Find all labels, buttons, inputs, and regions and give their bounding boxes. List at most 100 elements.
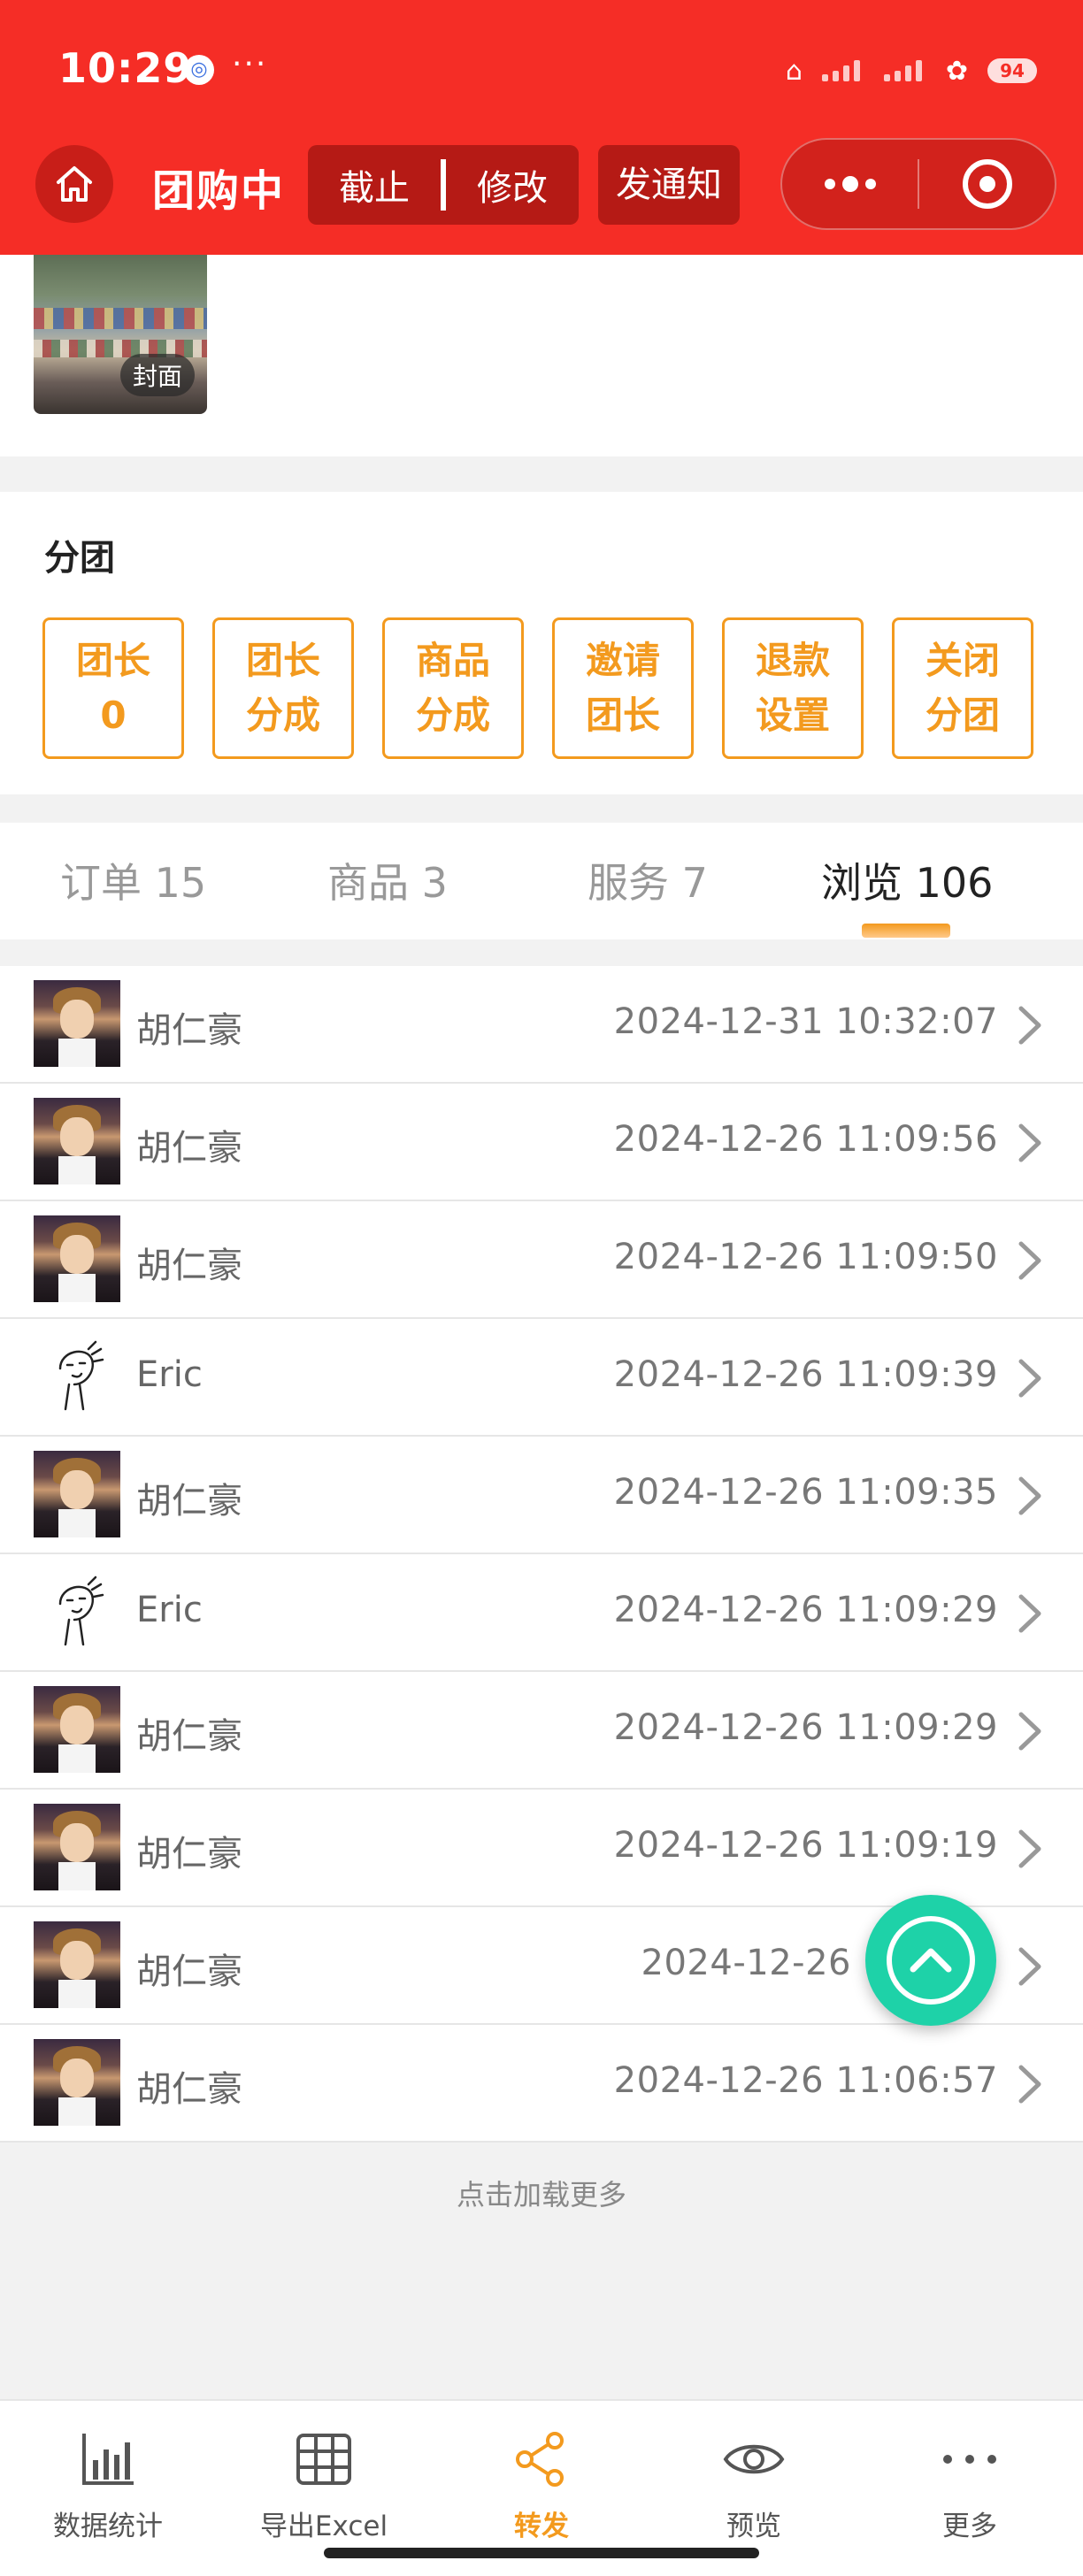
refund-settings-button[interactable]: 退款 设置 [722,617,864,759]
cover-section: 封面 [0,255,1083,456]
view-time: 2024-12-26 [641,1943,851,1983]
gift-icon: ⌂ [785,55,803,87]
button-line: 分团 [925,694,1000,737]
chevron-right-icon [1012,1356,1048,1400]
cover-image[interactable]: 封面 [34,255,207,414]
button-line: 分成 [415,694,490,737]
button-line: 分成 [245,694,320,737]
chevron-right-icon [1012,1827,1048,1871]
leader-count-button[interactable]: 团长 0 [42,617,184,759]
view-time: 2024-12-26 11:06:57 [613,2060,998,2101]
notify-button[interactable]: 发通知 [598,145,740,225]
edit-button[interactable]: 修改 [446,159,579,211]
avatar [34,1921,120,2008]
viewer-name: 胡仁豪 [136,1716,242,1757]
share-button[interactable]: 转发 [444,2424,639,2543]
avatar [34,1333,120,1420]
signal-2-icon [883,60,926,81]
status-more-icon: ··· [232,46,268,82]
button-line: 关闭 [925,639,1000,682]
leader-commission-button[interactable]: 团长 分成 [212,617,354,759]
more-dots-icon [934,2424,1005,2495]
view-time: 2024-12-26 11:09:29 [613,1590,998,1630]
view-row[interactable]: 胡仁豪 2024-12-31 10:32:07 [0,966,1083,1084]
tab-views[interactable]: 浏览 106 [821,851,993,909]
eye-icon [718,2424,789,2495]
page: 10:29 ◎ ··· ⌂ ✿ 94 团购中 截止 修改 发通知 封面 分团 团… [0,0,1083,2576]
view-time: 2024-12-26 11:09:29 [613,1707,998,1748]
button-line: 设置 [755,694,830,737]
subgroup-section: 分团 团长 0 团长 分成 商品 分成 邀请 团长 退款 设置 关闭 分团 [0,492,1083,794]
bar-chart-icon [73,2424,143,2495]
viewer-name: 胡仁豪 [136,1010,242,1051]
status-time: 10:29 [58,44,193,92]
viewer-name: 胡仁豪 [136,1246,242,1286]
close-target-icon [962,159,1012,209]
capsule-more-button[interactable] [782,140,918,228]
avatar [34,1686,120,1773]
view-row[interactable]: 胡仁豪 2024-12-26 11:09:56 [0,1084,1083,1201]
load-more-link[interactable]: 点击加载更多 [0,2173,1083,2213]
app-indicator-icon: ◎ [184,55,214,85]
nav-row: 团购中 截止 修改 发通知 [0,138,1083,255]
table-icon [288,2424,359,2495]
avatar [34,2039,120,2126]
header: 10:29 ◎ ··· ⌂ ✿ 94 团购中 截止 修改 发通知 [0,0,1083,255]
view-row[interactable]: Eric 2024-12-26 11:09:39 [0,1319,1083,1437]
status-icons: ⌂ ✿ 94 [786,55,1037,87]
page-title: 团购中 [152,166,286,216]
bottom-label: 预览 [726,2511,781,2542]
avatar [34,980,120,1067]
viewer-name: 胡仁豪 [136,2069,242,2110]
active-tab-indicator [862,924,950,938]
viewer-name: 胡仁豪 [136,1128,242,1169]
viewer-name: Eric [136,1590,203,1630]
view-time: 2024-12-26 11:09:39 [613,1354,998,1395]
product-commission-button[interactable]: 商品 分成 [382,617,524,759]
more-button[interactable]: 更多 [872,2424,1067,2543]
viewer-name: 胡仁豪 [136,1834,242,1874]
avatar [34,1804,120,1890]
data-stats-button[interactable]: 数据统计 [11,2424,205,2543]
miniprogram-capsule [780,138,1056,230]
view-time: 2024-12-26 11:09:35 [613,1472,998,1513]
tab-bar: 订单 15 商品 3 服务 7 浏览 106 [0,823,1083,939]
view-row[interactable]: 胡仁豪 2024-12-26 11:09:50 [0,1201,1083,1319]
subgroup-buttons: 团长 0 团长 分成 商品 分成 邀请 团长 退款 设置 关闭 分团 [42,617,1033,759]
tab-orders[interactable]: 订单 15 [60,851,206,909]
bottom-label: 导出Excel [259,2511,388,2542]
status-bar: 10:29 ◎ ··· ⌂ ✿ 94 [0,0,1083,138]
avatar [34,1098,120,1184]
bottom-label: 数据统计 [53,2511,163,2542]
wifi-icon: ✿ [945,55,968,87]
view-row[interactable]: 胡仁豪 2024-12-26 11:09:19 [0,1790,1083,1907]
scroll-to-top-button[interactable] [865,1895,996,2026]
home-button[interactable] [35,145,113,223]
view-row[interactable]: 胡仁豪 2024-12-26 11:09:29 [0,1672,1083,1790]
capsule-close-button[interactable] [919,140,1055,228]
close-subgroup-button[interactable]: 关闭 分团 [892,617,1033,759]
avatar [34,1568,120,1655]
stop-button[interactable]: 截止 [308,159,441,211]
chevron-up-icon [887,1916,975,2005]
avatar [34,1215,120,1302]
view-time: 2024-12-26 11:09:50 [613,1237,998,1277]
viewer-name: 胡仁豪 [136,1951,242,1992]
export-excel-button[interactable]: 导出Excel [227,2424,421,2543]
chevron-right-icon [1012,1238,1048,1283]
view-time: 2024-12-26 11:09:56 [613,1119,998,1160]
view-row[interactable]: 胡仁豪 2024-12-26 11:09:35 [0,1437,1083,1554]
invite-leader-button[interactable]: 邀请 团长 [552,617,694,759]
tab-services[interactable]: 服务 7 [588,851,708,909]
view-row[interactable]: Eric 2024-12-26 11:09:29 [0,1554,1083,1672]
preview-button[interactable]: 预览 [657,2424,851,2543]
chevron-right-icon [1012,1121,1048,1165]
view-row[interactable]: 胡仁豪 2024-12-26 11:06:57 [0,2025,1083,2143]
chevron-right-icon [1012,2062,1048,2106]
bottom-label: 更多 [942,2511,997,2542]
tab-products[interactable]: 商品 3 [327,851,448,909]
avatar [34,1451,120,1537]
subgroup-title: 分团 [44,538,115,579]
button-line: 邀请 [585,639,660,682]
bottom-label: 转发 [514,2511,569,2542]
